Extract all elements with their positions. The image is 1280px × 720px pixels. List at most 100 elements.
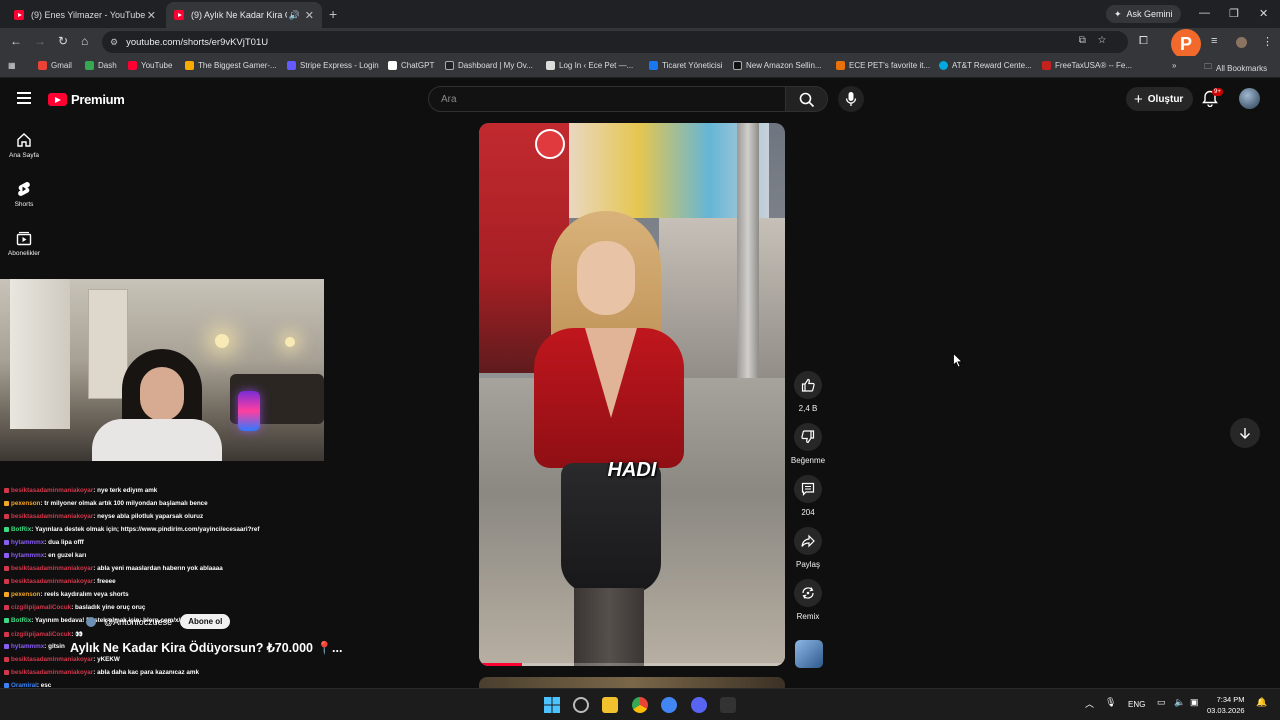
sidebar-item-shorts[interactable]: Shorts	[0, 181, 48, 208]
youtube-premium-logo[interactable]: Premium	[48, 92, 125, 107]
restore-icon[interactable]: ❐	[1229, 7, 1239, 20]
user-account-icon[interactable]	[1236, 37, 1247, 48]
site-icon	[836, 61, 845, 70]
system-clock[interactable]: 7:34 PM 03.03.2026	[1207, 694, 1245, 716]
file-explorer-icon[interactable]	[602, 697, 618, 713]
close-window-icon[interactable]: ✕	[1259, 7, 1268, 20]
search-input[interactable]: Ara	[428, 86, 786, 112]
sound-thumbnail[interactable]	[795, 640, 823, 668]
remix-label: Remix	[796, 612, 820, 621]
search-placeholder: Ara	[441, 94, 457, 105]
profile-avatar[interactable]: P	[1171, 29, 1201, 59]
chat-text: : abla daha kac para kazanıcaz amk	[93, 669, 199, 676]
tray-microphone-icon[interactable]: 🎙	[1105, 697, 1121, 713]
extensions-icon[interactable]: ⧠	[1139, 35, 1148, 48]
sidebar-item-subscriptions[interactable]: Abonelikler	[0, 230, 48, 257]
tab-enes-yilmazer[interactable]: (9) Enes Yilmazer - YouTube ✕	[6, 2, 164, 28]
bookmark-stripe[interactable]: Stripe Express - Login	[287, 61, 379, 70]
windows-start-icon[interactable]	[544, 697, 560, 713]
chat-message: hytammmx: gitsin	[4, 643, 65, 650]
microphone-icon	[845, 92, 857, 106]
speaker-icon[interactable]: 🔊	[289, 10, 300, 21]
app-icon[interactable]	[720, 697, 736, 713]
bookmark-dash[interactable]: Dash	[85, 61, 117, 70]
remix-button[interactable]: Remix	[789, 579, 827, 621]
next-short-button[interactable]	[1230, 418, 1260, 448]
comments-button[interactable]: 204	[789, 475, 827, 517]
voice-search-button[interactable]	[838, 86, 864, 112]
close-tab-icon[interactable]: ✕	[305, 9, 314, 22]
streamer-webcam-overlay	[0, 279, 324, 461]
channel-avatar[interactable]	[86, 616, 96, 627]
apps-grid-icon[interactable]: ▦	[8, 61, 16, 70]
amazon-icon	[733, 61, 742, 70]
site-info-icon[interactable]: ⚙	[110, 37, 118, 48]
more-bookmarks-icon[interactable]: »	[1172, 61, 1176, 70]
battery-icon[interactable]: ▣	[1190, 697, 1206, 713]
network-icon[interactable]: ▭	[1157, 697, 1173, 713]
bookmark-dashboard[interactable]: Dashboard | My Ov...	[445, 61, 533, 70]
notification-center-icon[interactable]: 🔔	[1256, 697, 1272, 713]
share-button[interactable]: Paylaş	[789, 527, 827, 569]
channel-name[interactable]: @Antonioczuese	[104, 617, 172, 627]
tab-active-short[interactable]: (9) Aylık Ne Kadar Kira Ödü 🔊 ✕	[166, 2, 322, 28]
language-indicator[interactable]: ENG	[1128, 700, 1145, 709]
bookmark-biggest-gamer[interactable]: The Biggest Gamer-...	[185, 61, 277, 70]
bookmark-star-icon[interactable]: ☆	[1098, 35, 1118, 46]
minimize-icon[interactable]: —	[1199, 7, 1210, 19]
install-icon[interactable]: ⧉	[1079, 35, 1098, 46]
neckline	[585, 328, 637, 418]
close-tab-icon[interactable]: ✕	[147, 9, 156, 22]
bookmark-chatgpt[interactable]: ChatGPT	[388, 61, 434, 70]
dislike-button[interactable]: Beğenme	[789, 423, 827, 465]
discord-icon[interactable]	[691, 697, 707, 713]
tray-chevron-up-icon[interactable]: ︿	[1085, 697, 1101, 713]
bookmark-ticaret[interactable]: Ticaret Yöneticisi	[649, 61, 722, 70]
bookmark-att[interactable]: AT&T Reward Cente...	[939, 61, 1032, 70]
woman-face	[577, 241, 635, 315]
address-bar[interactable]: ⚙ youtube.com/shorts/er9vKVjT01U ⧉☆	[102, 31, 1128, 53]
ask-gemini-button[interactable]: ✦ Ask Gemini	[1106, 5, 1181, 23]
sidebar-item-home[interactable]: Ana Sayfa	[0, 132, 48, 159]
reload-icon[interactable]: ↻	[58, 34, 68, 48]
dashboard-icon	[445, 61, 454, 70]
logo-text: Premium	[71, 92, 125, 107]
shorts-video-player[interactable]: HADI	[479, 123, 785, 666]
short-title[interactable]: Aylık Ne Kadar Kira Ödüyorsun? ₺70.000 📍…	[70, 640, 342, 656]
bookmark-ece-pet-favorite[interactable]: ECE PET's favorite it...	[836, 61, 930, 70]
bookmark-amazon[interactable]: New Amazon Sellin...	[733, 61, 822, 70]
streamer-face	[140, 367, 184, 421]
account-avatar[interactable]	[1239, 88, 1260, 109]
obs-icon[interactable]	[573, 697, 589, 713]
forward-icon[interactable]: →	[34, 34, 46, 48]
all-bookmarks[interactable]: 🗀 All Bookmarks	[1204, 61, 1267, 75]
home-icon[interactable]: ⌂	[81, 34, 88, 48]
kfc-sign	[535, 129, 565, 159]
bookmark-youtube[interactable]: YouTube	[128, 61, 172, 70]
volume-icon[interactable]: 🔈	[1174, 697, 1190, 713]
like-button[interactable]: 2,4 B	[789, 371, 827, 413]
create-button[interactable]: + Oluştur	[1126, 87, 1194, 111]
chat-username: hytammmx	[11, 552, 45, 559]
back-icon[interactable]: ←	[10, 34, 22, 48]
search-button[interactable]	[786, 86, 828, 112]
video-progress-fill	[479, 663, 522, 666]
google-app-icon[interactable]	[661, 697, 677, 713]
video-progress-bar[interactable]	[479, 663, 785, 666]
chat-username: hytammmx	[11, 643, 45, 650]
subscribe-button[interactable]: Abone ol	[180, 614, 231, 629]
chrome-icon[interactable]	[632, 697, 648, 713]
subscriptions-icon	[16, 231, 32, 246]
bookmark-label: AT&T Reward Cente...	[952, 61, 1032, 70]
chat-message: besiktasadaminmaniakoyar: freeee	[4, 578, 116, 585]
new-tab-button[interactable]: +	[329, 6, 337, 22]
wordpress-icon	[546, 61, 555, 70]
bookmark-ece-pet-login[interactable]: Log In ‹ Ece Pet —...	[546, 61, 633, 70]
chat-text: : freeee	[93, 578, 116, 585]
bookmark-freetaxusa[interactable]: FreeTaxUSA® -- Fe...	[1042, 61, 1132, 70]
bookmark-gmail[interactable]: Gmail	[38, 61, 72, 70]
legs	[574, 588, 644, 666]
hamburger-menu-icon[interactable]	[17, 92, 31, 104]
media-control-icon[interactable]: ≡	[1211, 35, 1217, 47]
chrome-menu-icon[interactable]: ⋮	[1262, 35, 1273, 48]
